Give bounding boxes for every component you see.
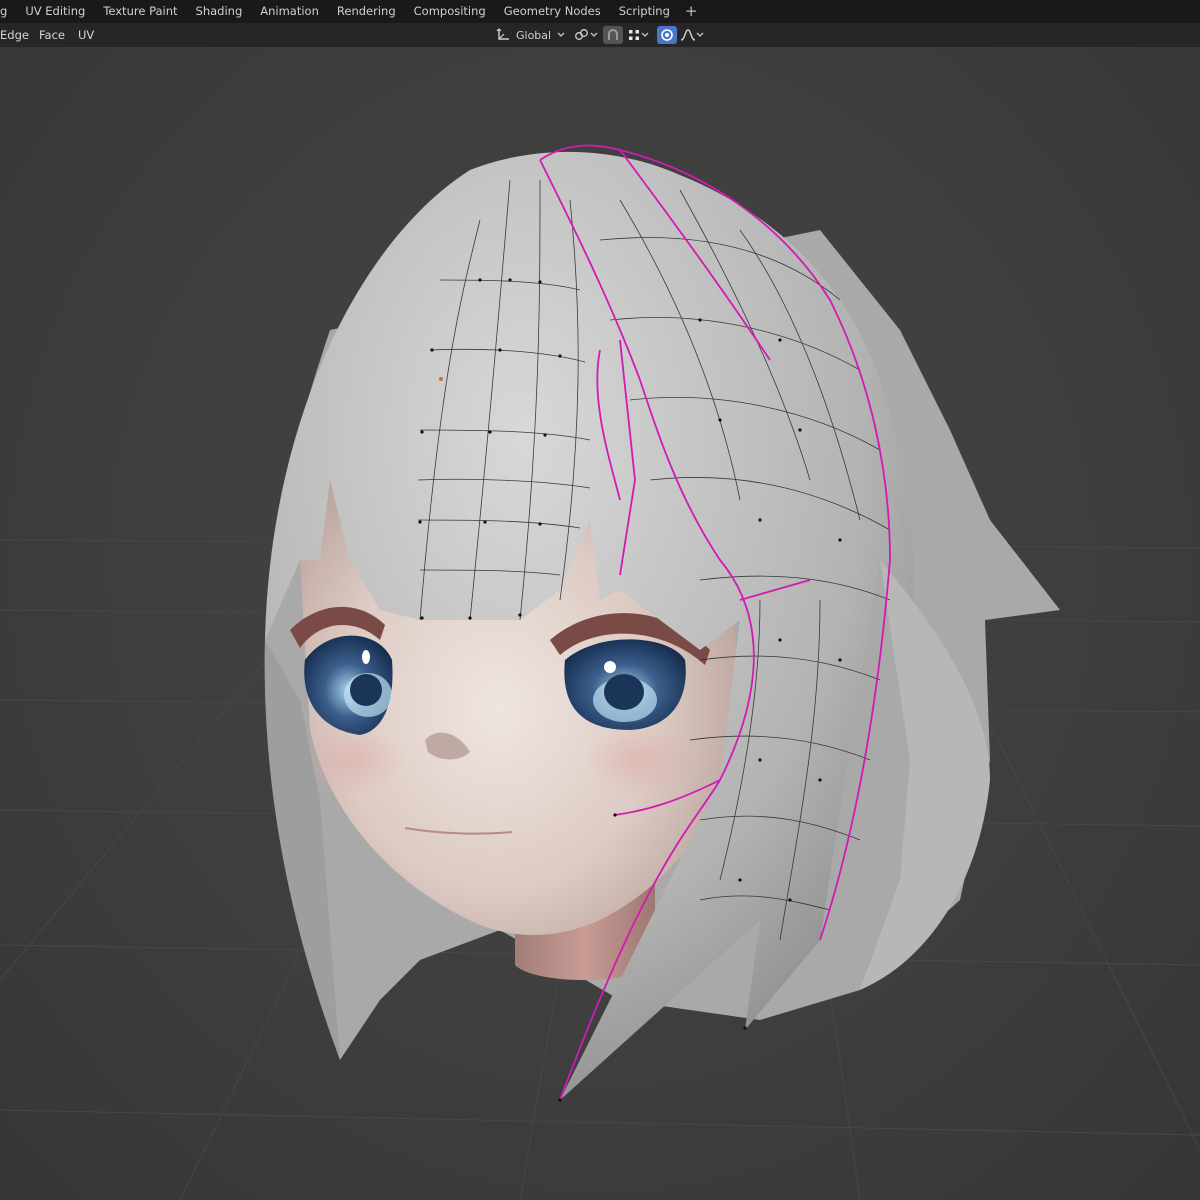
3d-viewport[interactable] xyxy=(0,47,1200,1200)
chevron-down-icon xyxy=(696,32,704,38)
snap-magnet-icon xyxy=(606,28,620,42)
falloff-curve-icon xyxy=(680,28,696,42)
transform-orientation-value: Global xyxy=(516,28,552,42)
tab-uv-editing[interactable]: UV Editing xyxy=(16,0,94,23)
menu-edge[interactable]: Edge xyxy=(0,23,29,47)
snap-target-dropdown[interactable] xyxy=(624,26,652,44)
transform-axes-icon xyxy=(496,28,510,42)
add-workspace-button[interactable]: + xyxy=(679,0,704,23)
chevron-down-icon xyxy=(557,32,565,38)
scene-render xyxy=(0,144,1200,1200)
tab-geometry-nodes[interactable]: Geometry Nodes xyxy=(495,0,610,23)
proportional-falloff-dropdown[interactable] xyxy=(678,26,706,44)
pivot-link-icon xyxy=(574,28,590,42)
tab-modeling[interactable]: g xyxy=(0,0,16,23)
pivot-point-dropdown[interactable] xyxy=(572,26,600,44)
tab-scripting[interactable]: Scripting xyxy=(610,0,679,23)
tab-compositing[interactable]: Compositing xyxy=(405,0,495,23)
tab-animation[interactable]: Animation xyxy=(251,0,328,23)
transform-orientation-dropdown[interactable]: Global xyxy=(492,26,566,44)
active-vertex xyxy=(439,377,443,381)
chevron-down-icon xyxy=(590,32,598,38)
proportional-edit-toggle[interactable] xyxy=(657,26,677,44)
menu-face[interactable]: Face xyxy=(39,23,65,47)
snap-grid-icon xyxy=(627,28,641,42)
proportional-edit-icon xyxy=(660,28,674,42)
tab-rendering[interactable]: Rendering xyxy=(328,0,405,23)
menu-uv[interactable]: UV xyxy=(78,23,94,47)
tab-texture-paint[interactable]: Texture Paint xyxy=(94,0,186,23)
tab-shading[interactable]: Shading xyxy=(187,0,252,23)
chevron-down-icon xyxy=(641,32,649,38)
workspace-tabs-bar: g UV Editing Texture Paint Shading Anima… xyxy=(0,0,1200,23)
viewport-header: Edge Face UV Global xyxy=(0,23,1200,47)
snap-toggle[interactable] xyxy=(603,26,623,44)
